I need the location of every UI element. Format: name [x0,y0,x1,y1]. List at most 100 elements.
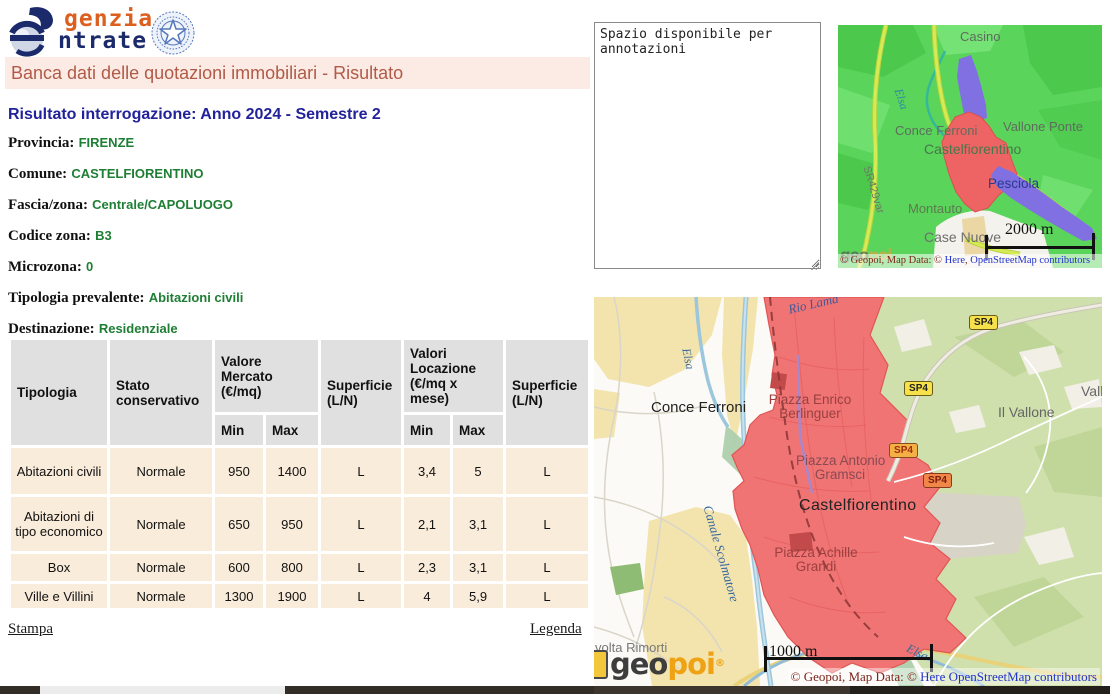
page-title-banner: Banca dati delle quotazioni immobiliari … [5,57,590,89]
cell-min: 2,3 [404,554,450,581]
map-label-vallone-ponte: Vallone Ponte [1003,120,1083,134]
cell-max: 5,9 [453,584,503,608]
cell-min: 600 [215,554,263,581]
field-comune: Comune: CASTELFIORENTINO [8,165,586,183]
cell-superficie: L [321,584,401,608]
cell-max: 950 [266,497,318,551]
map-label-piazza-berlinguer: Piazza EnricoBerlinguer [762,393,858,421]
result-title-value: Anno 2024 - Semestre 2 [196,106,380,123]
cell-tipologia: Abitazioni di tipo economico [11,497,107,551]
agenzia-entrate-mark-icon [8,6,58,58]
scrollbar-track-segment [594,686,850,694]
here-link[interactable]: Here [920,669,945,684]
map-label-piazza-grandi: Piazza AchilleGrandi [774,546,858,574]
map-attribution: © Geopoi, Map Data: © Here OpenStreetMap… [788,668,1100,685]
table-row: Ville e VilliniNormale13001900L45,9L [11,584,588,608]
col-header-superficie-2: Superficie (L/N) [506,340,588,445]
field-codice-zona: Codice zona: B3 [8,227,586,245]
agenzia-entrate-logo: genzia ntrate [8,4,208,56]
cell-min: 1300 [215,584,263,608]
field-fascia-zona: Fascia/zona: Centrale/CAPOLUOGO [8,196,586,214]
cell-tipologia: Box [11,554,107,581]
road-badge-sp4: SP4 [923,473,952,488]
col-header-min-1: Min [215,415,263,445]
logo-wordmark: genzia ntrate [58,8,153,52]
cell-max: 3,1 [453,554,503,581]
here-link[interactable]: Here [945,255,965,266]
annotations-textarea[interactable]: Spazio disponibile per annotazioni [594,22,821,269]
page: genzia ntrate Banca dati delle quotazion… [0,0,1110,694]
field-microzona: Microzona: 0 [8,258,586,276]
col-header-tipologia: Tipologia [11,340,107,445]
road-badge-sp4: SP4 [889,443,918,458]
cell-min: 3,4 [404,448,450,494]
map-label-castelfiorentino: Castelfiorentino [799,498,917,515]
cell-max: 800 [266,554,318,581]
map-label-elsa: Elsa [680,347,697,370]
scale-bar [986,246,1095,249]
cell-superficie: L [321,448,401,494]
cell-stato: Normale [110,448,212,494]
zone-detail-map[interactable]: Rio Lama Canale Scolmatore Elsa Elsa Con… [594,297,1102,686]
table-row: BoxNormale600800L2,33,1L [11,554,588,581]
osm-link[interactable]: OpenStreetMap contributors [970,255,1090,266]
cell-stato: Normale [110,497,212,551]
geopoi-logo: geopoi® [594,647,724,681]
map-label-conce-ferroni: Conce Ferroni [651,400,746,416]
map-label-casino: Casino [960,30,1000,44]
table-header-row: Tipologia Stato conservativo Valore Merc… [11,340,588,412]
cell-min: 2,1 [404,497,450,551]
cell-superficie: L [321,554,401,581]
scrollbar-thumb[interactable] [40,686,285,694]
table-row: Abitazioni civiliNormale9501400L3,45L [11,448,588,494]
map-label-conce-ferroni: Conce Ferroni [895,124,977,138]
scale-tick [764,646,767,672]
zone-map-terrain [594,297,1102,686]
cell-tipologia: Abitazioni civili [11,448,107,494]
table-row: Abitazioni di tipo economicoNormale65095… [11,497,588,551]
map-label-il-vallone: Il Vallone [998,405,1055,420]
col-header-superficie-1: Superficie (L/N) [321,340,401,445]
map-attribution: © Geopoi, Map Data: © Here, OpenStreetMa… [838,254,1102,268]
stampa-link[interactable]: Stampa [8,621,53,638]
col-header-valore-mercato: Valore Mercato (€/mq) [215,340,318,412]
quotations-table: Tipologia Stato conservativo Valore Merc… [8,337,591,611]
overview-map[interactable]: Casino Conce Ferroni Vallone Ponte Caste… [838,25,1102,268]
result-title-label: Risultato interrogazione: [8,106,196,123]
scale-label: 2000 m [1005,221,1053,239]
cell-superficie: L [506,584,588,608]
col-header-min-2: Min [404,415,450,445]
col-header-max-1: Max [266,415,318,445]
cell-max: 1400 [266,448,318,494]
cell-tipologia: Ville e Villini [11,584,107,608]
osm-link[interactable]: OpenStreetMap contributors [949,669,1097,684]
map-label-case-nuove: Case Nuove [924,230,1001,245]
query-result-block: Risultato interrogazione: Anno 2024 - Se… [8,106,586,351]
cell-max: 5 [453,448,503,494]
field-destinazione: Destinazione: Residenziale [8,320,586,338]
logo-word-agenzia: genzia [64,8,153,30]
geopoi-icon [594,650,608,679]
horizontal-scrollbar[interactable] [0,686,1110,694]
col-header-max-2: Max [453,415,503,445]
field-tipologia-prevalente: Tipologia prevalente: Abitazioni civili [8,289,586,307]
map-label-piazza-gramsci: Piazza AntonioGramsci [796,454,884,482]
scale-bar [765,657,933,660]
italy-emblem-icon [150,10,196,56]
map-label-vallone-clipped: Vall [1081,384,1102,399]
cell-superficie: L [321,497,401,551]
cell-min: 950 [215,448,263,494]
road-badge-sp4: SP4 [969,315,998,330]
cell-max: 3,1 [453,497,503,551]
cell-min: 650 [215,497,263,551]
legenda-link[interactable]: Legenda [530,621,582,638]
cell-superficie: L [506,554,588,581]
cell-max: 1900 [266,584,318,608]
map-label-montauto: Montauto [908,202,962,216]
cell-superficie: L [506,497,588,551]
map-label-castelfiorentino: Castelfiorentino [924,142,1021,157]
road-badge-sp4: SP4 [904,381,933,396]
annotations-area: Spazio disponibile per annotazioni [594,22,821,274]
map-label-pesciola: Pesciola [988,177,1039,191]
scrollbar-track-segment [850,686,1110,694]
